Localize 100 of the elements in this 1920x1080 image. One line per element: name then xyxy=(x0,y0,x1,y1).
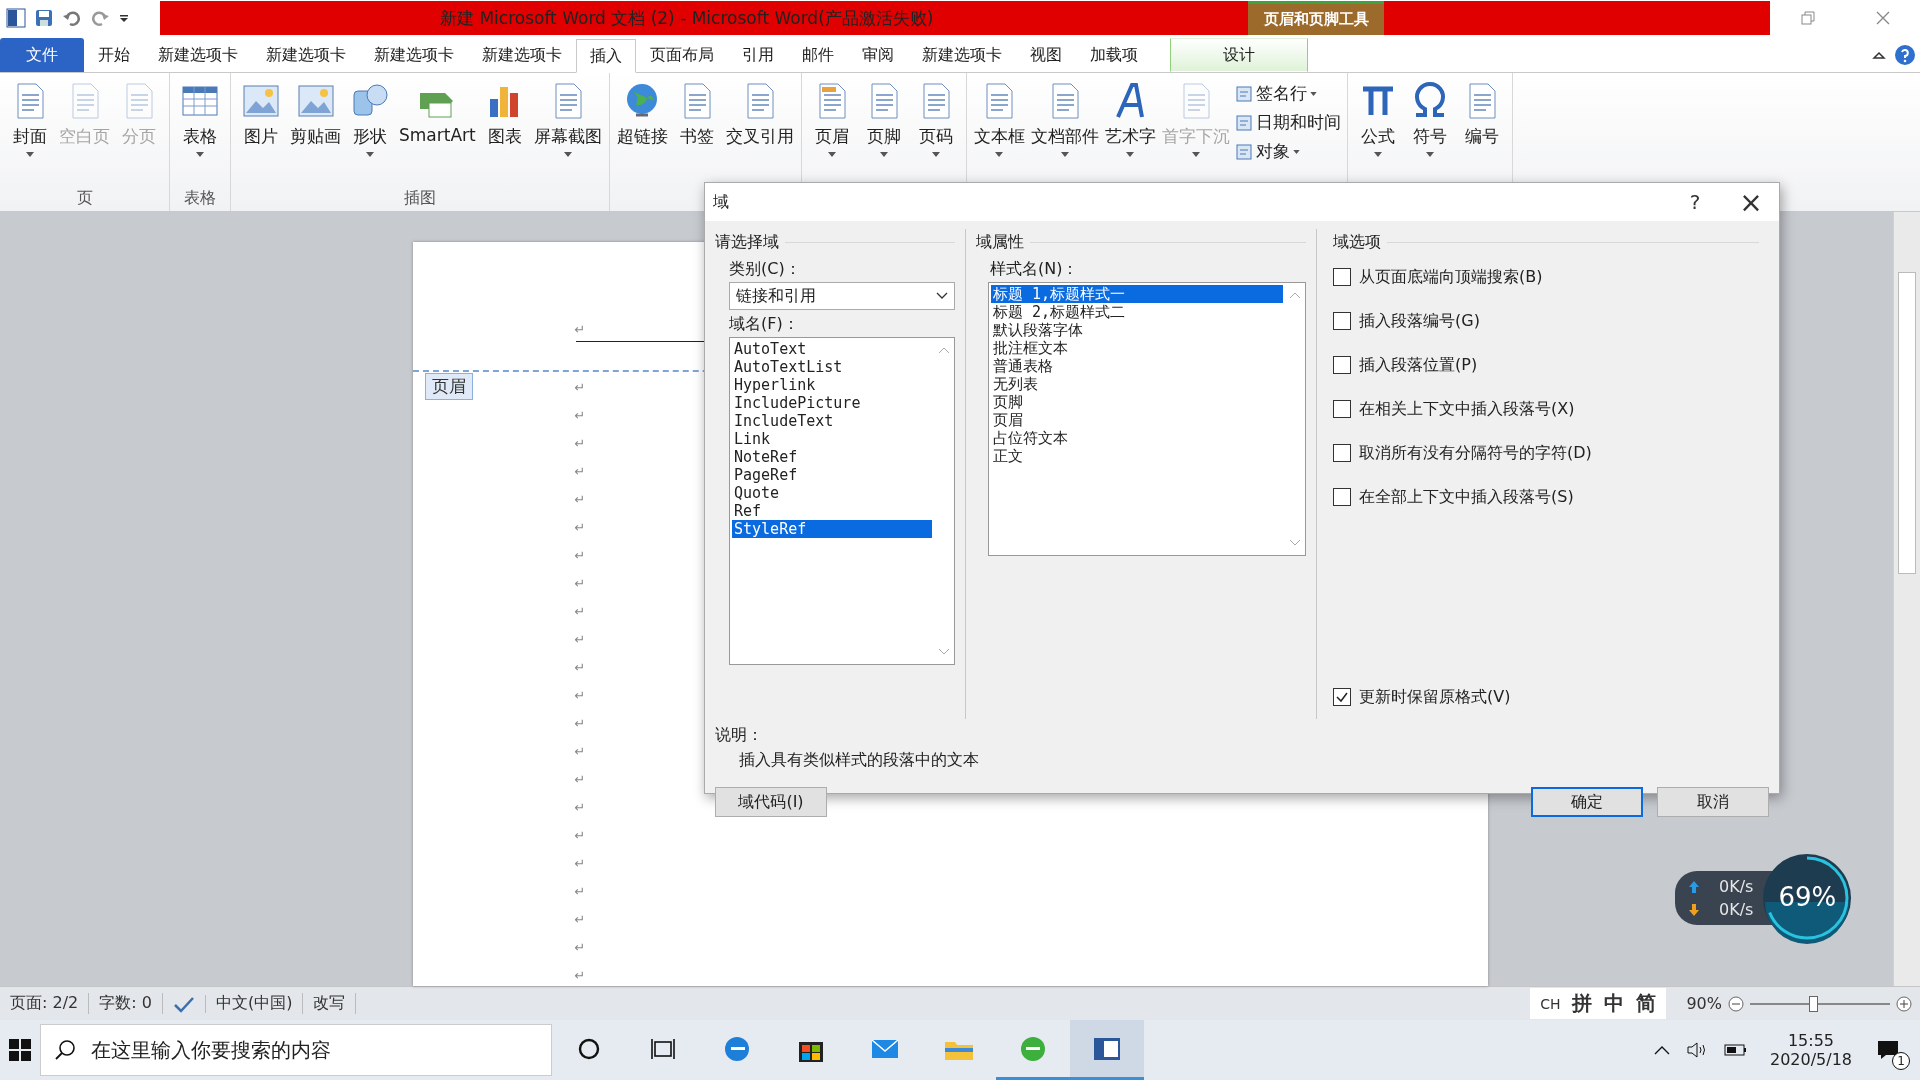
list-item[interactable]: 正文 xyxy=(991,447,1283,465)
list-item[interactable]: Hyperlink xyxy=(732,376,932,394)
ribbon-button[interactable]: 图表 xyxy=(478,79,531,150)
checkbox[interactable] xyxy=(1333,356,1351,374)
ribbon-button[interactable]: 对象 xyxy=(1232,139,1343,164)
ribbon-button[interactable]: 编号 xyxy=(1455,79,1508,150)
list-item[interactable]: IncludeText xyxy=(732,412,932,430)
ribbon-button[interactable]: 日期和时间 xyxy=(1232,110,1343,135)
list-item[interactable]: 页脚 xyxy=(991,393,1283,411)
checkbox[interactable] xyxy=(1333,688,1351,706)
ribbon-tab[interactable]: 设计 xyxy=(1170,38,1308,72)
list-item[interactable]: 无列表 xyxy=(991,375,1283,393)
ribbon-tab[interactable]: 邮件 xyxy=(788,38,848,72)
save-icon[interactable] xyxy=(34,8,54,28)
undo-icon[interactable] xyxy=(62,8,82,28)
ribbon-button[interactable]: 页眉 xyxy=(805,79,858,159)
ribbon-tab[interactable]: 文件 xyxy=(0,38,84,72)
start-icon[interactable] xyxy=(8,1038,32,1062)
ribbon-button[interactable]: 剪贴画 xyxy=(287,79,344,150)
list-item[interactable]: Quote xyxy=(732,484,932,502)
ribbon-button[interactable]: 文本框 xyxy=(970,79,1028,159)
checkbox[interactable] xyxy=(1333,488,1351,506)
list-item[interactable]: 标题 2,标题样式二 xyxy=(991,303,1283,321)
list-item[interactable]: PageRef xyxy=(732,466,932,484)
ribbon-tab[interactable]: 审阅 xyxy=(848,38,908,72)
ribbon-tab[interactable]: 引用 xyxy=(728,38,788,72)
cancel-button[interactable]: 取消 xyxy=(1657,787,1769,817)
close-icon[interactable] xyxy=(1874,10,1891,26)
help-button[interactable]: ? xyxy=(1667,184,1723,220)
list-item[interactable]: AutoTextList xyxy=(732,358,932,376)
ribbon-button[interactable]: 符号 xyxy=(1403,79,1456,159)
field-codes-button[interactable]: 域代码(I) xyxy=(715,787,827,817)
ribbon-button[interactable]: 交叉引用 xyxy=(722,79,797,150)
ribbon-button[interactable]: 书签 xyxy=(670,79,723,150)
ribbon-tab[interactable]: 插入 xyxy=(576,39,636,73)
ime-key[interactable]: 简 xyxy=(1636,990,1657,1017)
ribbon-tab[interactable]: 新建选项卡 xyxy=(908,38,1016,72)
ribbon-button[interactable]: 形状 xyxy=(344,79,396,159)
list-item[interactable]: 标题 1,标题样式一 xyxy=(991,285,1283,303)
zoom-level[interactable]: 90% xyxy=(1686,994,1722,1013)
ribbon-tab[interactable]: 开始 xyxy=(84,38,144,72)
message-icon[interactable] xyxy=(1876,1039,1900,1061)
taskbar-app[interactable] xyxy=(1070,1020,1144,1080)
ribbon-button[interactable]: 公式 xyxy=(1351,79,1404,159)
close-button[interactable]: × xyxy=(1723,184,1779,220)
ribbon-button[interactable]: 屏幕截图 xyxy=(530,79,605,159)
list-item[interactable]: 页眉 xyxy=(991,411,1283,429)
zoom-slider-thumb[interactable] xyxy=(1809,995,1818,1012)
battery-icon[interactable] xyxy=(1723,1043,1748,1057)
ok-button[interactable]: 确定 xyxy=(1531,787,1643,817)
chevron-up-icon[interactable] xyxy=(1653,1045,1670,1055)
ime-key[interactable]: 中 xyxy=(1604,990,1625,1017)
ribbon-button[interactable]: 艺术字 xyxy=(1101,79,1159,159)
ribbon-button[interactable]: 表格 xyxy=(174,79,226,159)
language-status[interactable]: 中文(中国) xyxy=(205,993,304,1014)
ribbon-tab[interactable]: 新建选项卡 xyxy=(252,38,360,72)
list-item[interactable]: IncludePicture xyxy=(732,394,932,412)
ribbon-tab[interactable]: 新建选项卡 xyxy=(360,38,468,72)
list-item[interactable]: AutoText xyxy=(732,340,932,358)
page-count[interactable]: 页面: 2/2 xyxy=(0,993,90,1014)
ribbon-tab[interactable]: 视图 xyxy=(1016,38,1076,72)
ribbon-button[interactable]: 文档部件 xyxy=(1027,79,1102,159)
category-dropdown[interactable]: 链接和引用 xyxy=(729,282,955,310)
ribbon-button[interactable]: 页脚 xyxy=(857,79,910,159)
ime-key[interactable]: 拼 xyxy=(1572,990,1593,1017)
search-field[interactable]: 在这里输入你要搜索的内容 xyxy=(40,1024,552,1076)
redo-icon[interactable] xyxy=(90,8,110,28)
checkbox[interactable] xyxy=(1333,444,1351,462)
zoom-out-icon[interactable] xyxy=(1728,995,1744,1012)
checkbox[interactable] xyxy=(1333,400,1351,418)
zoom-in-icon[interactable] xyxy=(1896,995,1912,1012)
ribbon-tab[interactable]: 加载项 xyxy=(1076,38,1152,72)
ribbon-button[interactable]: SmartArt xyxy=(396,79,479,147)
list-item[interactable]: 默认段落字体 xyxy=(991,321,1283,339)
list-item[interactable]: Link xyxy=(732,430,932,448)
list-item[interactable]: Ref xyxy=(732,502,932,520)
checkbox[interactable] xyxy=(1333,268,1351,286)
list-item[interactable]: StyleRef xyxy=(732,520,932,538)
word-count[interactable]: 字数: 0 xyxy=(89,993,163,1014)
vertical-scrollbar[interactable] xyxy=(1893,212,1920,986)
list-item[interactable]: 普通表格 xyxy=(991,357,1283,375)
overtype-status[interactable]: 改写 xyxy=(303,993,357,1014)
group-label: 表格 xyxy=(184,187,216,209)
ribbon-tab[interactable]: 页面布局 xyxy=(636,38,728,72)
ribbon-button[interactable]: 签名行 xyxy=(1232,81,1343,106)
ribbon-button[interactable]: 图片 xyxy=(235,79,287,150)
ribbon-button[interactable]: 页码 xyxy=(909,79,962,159)
ribbon-button[interactable]: 超链接 xyxy=(613,79,671,150)
ribbon-button[interactable]: 封面 xyxy=(4,79,56,159)
ribbon-tab[interactable]: 新建选项卡 xyxy=(468,38,576,72)
list-item[interactable]: 批注框文本 xyxy=(991,339,1283,357)
collapse-ribbon-icon[interactable] xyxy=(1872,49,1886,61)
ribbon-tab[interactable]: 新建选项卡 xyxy=(144,38,252,72)
checkbox[interactable] xyxy=(1333,312,1351,330)
speaker-icon[interactable] xyxy=(1685,1041,1708,1059)
ime-key[interactable]: CH xyxy=(1540,995,1561,1012)
list-item[interactable]: 占位符文本 xyxy=(991,429,1283,447)
list-item[interactable]: NoteRef xyxy=(732,448,932,466)
clock[interactable]: 15:55 2020/5/18 xyxy=(1769,1031,1852,1069)
help-icon[interactable] xyxy=(1894,44,1916,66)
